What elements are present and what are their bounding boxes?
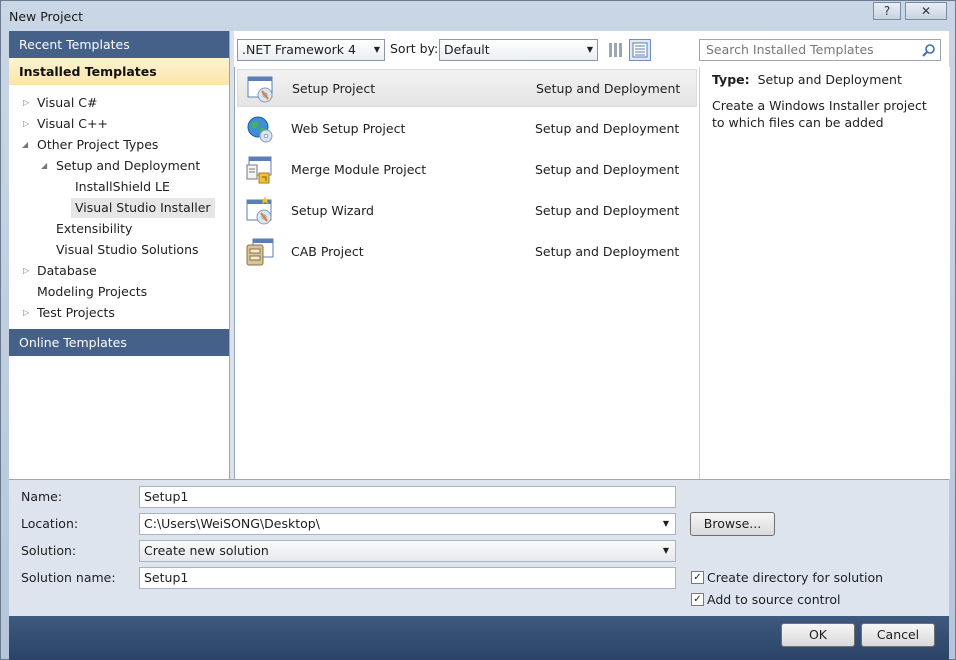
expanded-arrow-icon[interactable]: ◢ <box>41 156 47 176</box>
collapsed-arrow-icon[interactable]: ▷ <box>23 93 29 113</box>
ok-button[interactable]: OK <box>781 623 855 647</box>
name-label: Name: <box>21 489 63 504</box>
sort-by-label: Sort by: <box>390 41 439 56</box>
sort-select[interactable]: Default ▼ <box>439 39 598 61</box>
solution-label: Solution: <box>21 543 77 558</box>
tree-item-vs-installer[interactable]: Visual Studio Installer <box>71 198 215 218</box>
template-list: Setup Project Setup and Deployment Web S… <box>234 67 699 479</box>
new-project-dialog: New Project ? ✕ Recent Templates Install… <box>0 0 956 660</box>
title-bar: New Project ? ✕ <box>1 1 955 31</box>
framework-select[interactable]: .NET Framework 4 ▼ <box>237 39 385 61</box>
tree-item-other-project-types[interactable]: Other Project Types <box>37 135 158 155</box>
type-label: Type: <box>712 72 750 87</box>
location-combo[interactable]: C:\Users\WeiSONG\Desktop\ ▼ <box>139 513 676 535</box>
setup-project-icon <box>247 76 273 103</box>
chevron-down-icon[interactable]: ▼ <box>663 514 669 534</box>
collapsed-arrow-icon[interactable]: ▷ <box>23 261 29 281</box>
recent-templates-header[interactable]: Recent Templates <box>9 31 229 58</box>
help-button[interactable]: ? <box>873 2 901 20</box>
project-settings-form: Name: Setup1 Location: C:\Users\WeiSONG\… <box>9 479 949 617</box>
dialog-content: Recent Templates Installed Templates ▷ V… <box>9 31 950 617</box>
chevron-down-icon: ▼ <box>586 45 593 54</box>
tree-item-visual-cpp[interactable]: Visual C++ <box>37 114 108 134</box>
search-icon[interactable] <box>922 43 936 57</box>
create-directory-label[interactable]: Create directory for solution <box>707 568 883 588</box>
create-directory-checkbox[interactable]: ✓ <box>691 571 704 584</box>
template-name: Setup Wizard <box>291 203 374 218</box>
tree-item-setup-deployment[interactable]: Setup and Deployment <box>56 156 200 176</box>
location-label: Location: <box>21 516 79 531</box>
template-category: Setup and Deployment <box>535 244 680 259</box>
grid-view-icon <box>609 43 622 57</box>
list-view-icon <box>632 42 648 58</box>
template-category: Setup and Deployment <box>536 81 681 96</box>
window-title: New Project <box>9 9 84 24</box>
template-row-setup-project[interactable]: Setup Project Setup and Deployment <box>237 69 697 107</box>
collapsed-arrow-icon[interactable]: ▷ <box>23 303 29 323</box>
chevron-down-icon: ▼ <box>373 45 380 54</box>
template-name: Merge Module Project <box>291 162 427 177</box>
expanded-arrow-icon[interactable]: ◢ <box>22 135 28 155</box>
framework-value: .NET Framework 4 <box>242 42 356 57</box>
solution-name-input[interactable]: Setup1 <box>139 567 676 589</box>
search-templates-input[interactable]: Search Installed Templates <box>699 39 941 61</box>
location-value: C:\Users\WeiSONG\Desktop\ <box>144 516 320 531</box>
installed-templates-header[interactable]: Installed Templates <box>9 58 229 85</box>
search-placeholder: Search Installed Templates <box>706 42 874 57</box>
add-source-control-label[interactable]: Add to source control <box>707 590 841 610</box>
tree-item-modeling-projects[interactable]: Modeling Projects <box>37 282 147 302</box>
dialog-footer: OK Cancel <box>9 616 949 660</box>
solution-name-label: Solution name: <box>21 570 116 585</box>
template-name: Web Setup Project <box>291 121 406 136</box>
solution-select[interactable]: Create new solution ▼ <box>139 540 676 562</box>
type-line: Type: Setup and Deployment <box>712 71 902 89</box>
solution-value: Create new solution <box>144 543 269 558</box>
template-description: Create a Windows Installer project to wh… <box>712 98 927 130</box>
template-category: Setup and Deployment <box>535 121 680 136</box>
template-name: CAB Project <box>291 244 364 259</box>
web-setup-icon <box>247 116 273 143</box>
type-value: Setup and Deployment <box>757 72 902 87</box>
cancel-button[interactable]: Cancel <box>861 623 935 647</box>
name-input[interactable]: Setup1 <box>139 486 676 508</box>
tree-item-database[interactable]: Database <box>37 261 97 281</box>
collapsed-arrow-icon[interactable]: ▷ <box>23 114 29 134</box>
template-name: Setup Project <box>292 81 376 96</box>
small-icons-view-button[interactable] <box>605 39 627 61</box>
template-category: Setup and Deployment <box>535 162 680 177</box>
template-category: Setup and Deployment <box>535 203 680 218</box>
template-row-web-setup[interactable]: Web Setup Project Setup and Deployment <box>237 110 697 148</box>
setup-wizard-icon <box>246 196 272 225</box>
sort-value: Default <box>444 42 490 57</box>
template-details-pane: Type: Setup and Deployment Create a Wind… <box>699 67 950 479</box>
tree-item-extensibility[interactable]: Extensibility <box>56 219 132 239</box>
details-view-button[interactable] <box>629 39 651 61</box>
tree-item-installshield-le[interactable]: InstallShield LE <box>75 177 170 197</box>
merge-module-icon <box>246 156 272 184</box>
add-source-control-checkbox[interactable]: ✓ <box>691 593 704 606</box>
template-row-setup-wizard[interactable]: Setup Wizard Setup and Deployment <box>237 192 697 230</box>
template-row-merge-module[interactable]: Merge Module Project Setup and Deploymen… <box>237 151 697 189</box>
close-button[interactable]: ✕ <box>905 2 947 20</box>
template-categories-pane: Recent Templates Installed Templates ▷ V… <box>9 31 229 479</box>
tree-item-vs-solutions[interactable]: Visual Studio Solutions <box>56 240 199 260</box>
browse-button[interactable]: Browse... <box>690 512 775 536</box>
tree-item-visual-csharp[interactable]: Visual C# <box>37 93 98 113</box>
template-row-cab-project[interactable]: CAB Project Setup and Deployment <box>237 233 697 271</box>
online-templates-header[interactable]: Online Templates <box>9 329 229 356</box>
chevron-down-icon: ▼ <box>662 546 669 555</box>
tree-item-test-projects[interactable]: Test Projects <box>37 303 115 323</box>
cab-project-icon <box>246 238 274 266</box>
